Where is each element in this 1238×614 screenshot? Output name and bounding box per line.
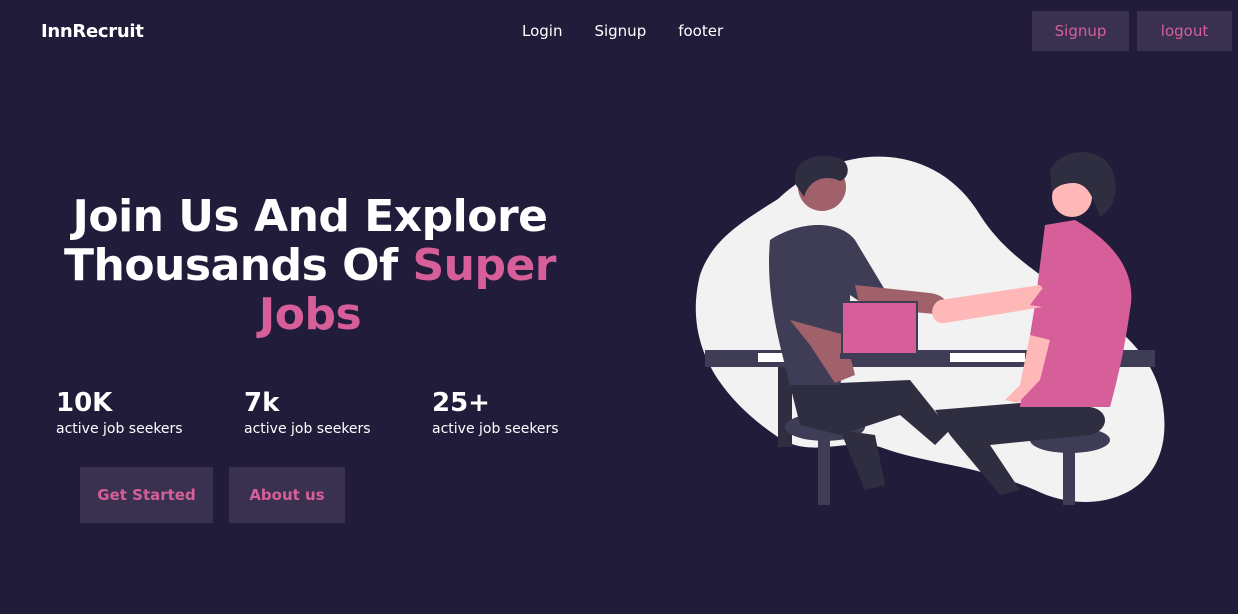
laptop-icon [841, 301, 918, 355]
top-navbar: InnRecruit Login Signup footer Signup lo… [0, 0, 1238, 64]
handshake-illustration [690, 145, 1170, 510]
hero-title-line2-text: Thousands Of [63, 240, 413, 291]
hero-title-accent-jobs: Jobs [258, 289, 362, 340]
nav-link-footer[interactable]: footer [678, 22, 723, 40]
about-us-button[interactable]: About us [229, 467, 345, 523]
stat-job-seekers-2: 7k active job seekers [244, 387, 371, 439]
hero-title-line2: Thousands Of Super [60, 241, 560, 290]
handshake-illustration-svg [695, 152, 1165, 505]
stat-job-seekers-1: 10K active job seekers [56, 387, 183, 439]
hero-title: Join Us And Explore Thousands Of Super J… [60, 192, 560, 339]
nav-link-signup[interactable]: Signup [594, 22, 646, 40]
brand-logo[interactable]: InnRecruit [41, 21, 144, 42]
stat-value: 10K [56, 388, 113, 418]
get-started-button[interactable]: Get Started [80, 467, 213, 523]
hero-title-accent-super: Super [412, 240, 557, 291]
nav-links: Login Signup footer [522, 22, 723, 40]
stat-label: active job seekers [56, 421, 183, 437]
logout-button[interactable]: logout [1137, 11, 1232, 51]
stat-value: 25+ [432, 388, 490, 418]
stat-job-seekers-3: 25+ active job seekers [432, 387, 559, 439]
stat-label: active job seekers [244, 421, 371, 437]
nav-link-login[interactable]: Login [522, 22, 562, 40]
stat-value: 7k [244, 388, 280, 418]
signup-button[interactable]: Signup [1032, 11, 1129, 51]
stat-label: active job seekers [432, 421, 559, 437]
hero-title-line1: Join Us And Explore [72, 191, 548, 242]
